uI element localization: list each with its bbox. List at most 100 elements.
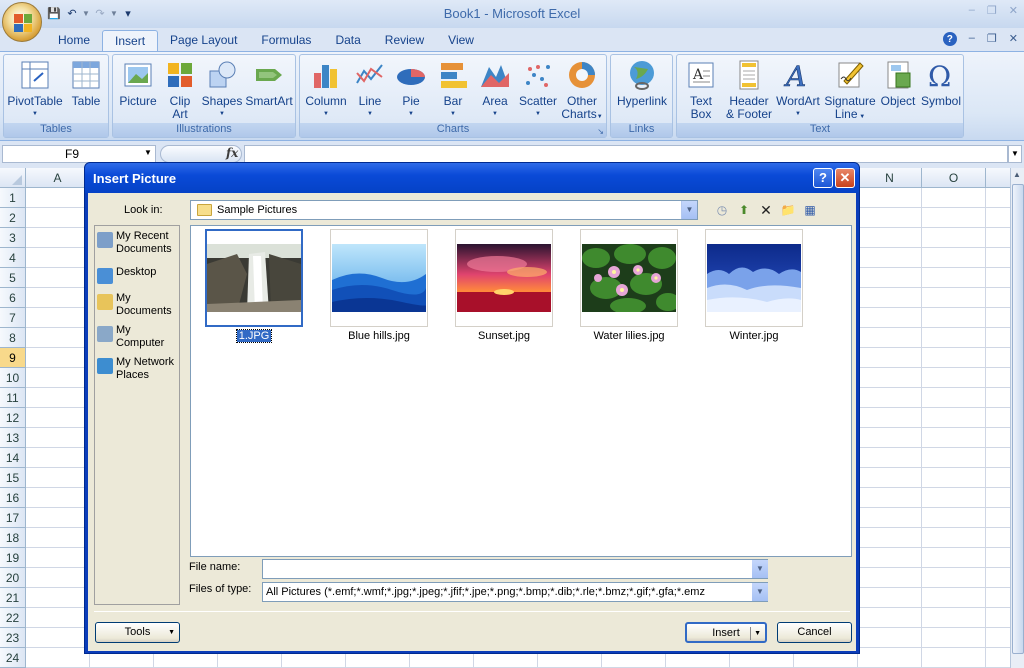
row-header[interactable]: 24: [0, 648, 25, 668]
cancel-button[interactable]: Cancel: [777, 622, 852, 643]
file-name-dropdown-icon[interactable]: ▼: [752, 560, 768, 578]
delete-icon[interactable]: ✕: [758, 202, 774, 218]
pivottable-button[interactable]: PivotTable ▼: [6, 57, 64, 121]
back-icon[interactable]: ◷: [714, 202, 730, 218]
dialog-help-icon[interactable]: ?: [813, 168, 833, 188]
expand-formula-bar-icon[interactable]: ▼: [1008, 145, 1022, 163]
place-item[interactable]: My Computer: [97, 324, 179, 350]
close-window-icon[interactable]: ✕: [1009, 4, 1018, 17]
office-button[interactable]: [2, 2, 42, 42]
picture-button[interactable]: Picture: [115, 57, 161, 108]
row-header[interactable]: 8: [0, 328, 25, 348]
row-header[interactable]: 22: [0, 608, 25, 628]
tab-view[interactable]: View: [436, 30, 486, 51]
insert-button[interactable]: Insert ▼: [685, 622, 767, 643]
file-item[interactable]: 1.JPG: [203, 229, 305, 343]
place-item[interactable]: My Recent Documents: [97, 230, 179, 256]
signature-line-button[interactable]: Signature Line ▼: [823, 57, 877, 124]
header-footer-button[interactable]: Header & Footer: [723, 57, 775, 121]
row-header[interactable]: 18: [0, 528, 25, 548]
row-header[interactable]: 4: [0, 248, 25, 268]
wordart-button[interactable]: A WordArt ▼: [775, 57, 821, 121]
column-header[interactable]: N: [858, 168, 922, 188]
dialog-close-icon[interactable]: ✕: [835, 168, 855, 188]
restore-window-icon[interactable]: ❐: [987, 4, 997, 17]
row-header[interactable]: 16: [0, 488, 25, 508]
file-item[interactable]: Sunset.jpg: [453, 229, 555, 342]
tab-page-layout[interactable]: Page Layout: [158, 30, 249, 51]
row-header[interactable]: 13: [0, 428, 25, 448]
row-header[interactable]: 14: [0, 448, 25, 468]
other-charts-button[interactable]: Other Charts▼: [560, 57, 604, 124]
scrollbar-thumb[interactable]: [1012, 184, 1024, 654]
help-icon[interactable]: ?: [942, 32, 957, 46]
smartart-button[interactable]: SmartArt: [243, 57, 295, 108]
files-of-type-dropdown-icon[interactable]: ▼: [752, 583, 768, 601]
row-header[interactable]: 2: [0, 208, 25, 228]
row-header[interactable]: 7: [0, 308, 25, 328]
column-header[interactable]: A: [26, 168, 90, 188]
name-box-dropdown-icon[interactable]: ▼: [144, 148, 152, 157]
row-header[interactable]: 3: [0, 228, 25, 248]
row-header[interactable]: 23: [0, 628, 25, 648]
vertical-scrollbar[interactable]: ▲: [1010, 168, 1024, 668]
shapes-button[interactable]: Shapes ▼: [201, 57, 243, 121]
bar-chart-button[interactable]: Bar ▼: [434, 57, 472, 121]
scroll-up-icon[interactable]: ▲: [1013, 170, 1021, 179]
row-header[interactable]: 11: [0, 388, 25, 408]
hyperlink-button[interactable]: Hyperlink: [613, 57, 671, 108]
tab-insert[interactable]: Insert: [102, 30, 159, 51]
tab-data[interactable]: Data: [323, 30, 372, 51]
views-icon[interactable]: ▦: [802, 202, 818, 218]
select-all-corner[interactable]: [0, 168, 26, 188]
name-box[interactable]: F9: [2, 145, 156, 163]
row-header[interactable]: 21: [0, 588, 25, 608]
row-header[interactable]: 1: [0, 188, 25, 208]
file-item[interactable]: Winter.jpg: [703, 229, 805, 342]
column-header[interactable]: O: [922, 168, 986, 188]
new-folder-icon[interactable]: 📁: [780, 202, 796, 218]
restore-workbook-icon[interactable]: ❐: [987, 32, 997, 46]
row-header[interactable]: 6: [0, 288, 25, 308]
close-workbook-icon[interactable]: ✕: [1009, 32, 1018, 46]
insert-dropdown-icon[interactable]: ▼: [754, 624, 761, 643]
row-header[interactable]: 19: [0, 548, 25, 568]
formula-input[interactable]: [244, 145, 1008, 163]
row-header[interactable]: 9: [0, 348, 25, 368]
area-chart-button[interactable]: Area ▼: [476, 57, 514, 121]
file-item[interactable]: Blue hills.jpg: [328, 229, 430, 342]
minimize-window-icon[interactable]: –: [969, 4, 975, 17]
tools-button[interactable]: Tools ▼: [95, 622, 180, 643]
tab-home[interactable]: Home: [46, 30, 102, 51]
row-header[interactable]: 5: [0, 268, 25, 288]
scatter-chart-button[interactable]: Scatter ▼: [516, 57, 560, 121]
pie-chart-button[interactable]: Pie ▼: [392, 57, 430, 121]
text-box-button[interactable]: A Text Box: [679, 57, 723, 121]
file-name-input[interactable]: [262, 559, 768, 579]
area-label: Area: [482, 94, 508, 108]
row-header[interactable]: 10: [0, 368, 25, 388]
look-in-select[interactable]: Sample Pictures ▼: [190, 200, 698, 220]
row-header[interactable]: 12: [0, 408, 25, 428]
row-header[interactable]: 15: [0, 468, 25, 488]
symbol-button[interactable]: Ω Symbol: [919, 57, 963, 108]
column-chart-button[interactable]: Column ▼: [302, 57, 350, 121]
charts-dialog-launcher-icon[interactable]: ↘: [597, 127, 604, 136]
minimize-workbook-icon[interactable]: –: [969, 32, 975, 46]
look-in-dropdown-icon[interactable]: ▼: [681, 201, 697, 219]
object-button[interactable]: Object: [877, 57, 919, 108]
line-chart-button[interactable]: Line ▼: [350, 57, 390, 121]
place-item[interactable]: My Network Places: [97, 356, 179, 382]
place-item[interactable]: My Documents: [97, 292, 179, 318]
place-item[interactable]: Desktop: [97, 266, 179, 284]
clip-art-button[interactable]: Clip Art: [163, 57, 197, 121]
row-header[interactable]: 20: [0, 568, 25, 588]
row-header[interactable]: 17: [0, 508, 25, 528]
insert-function-icon[interactable]: fx: [226, 146, 238, 160]
tab-review[interactable]: Review: [373, 30, 436, 51]
up-folder-icon[interactable]: ⬆: [736, 202, 752, 218]
files-of-type-select[interactable]: All Pictures (*.emf;*.wmf;*.jpg;*.jpeg;*…: [262, 582, 768, 602]
tab-formulas[interactable]: Formulas: [249, 30, 323, 51]
table-button[interactable]: Table: [66, 57, 106, 108]
file-item[interactable]: Water lilies.jpg: [578, 229, 680, 342]
